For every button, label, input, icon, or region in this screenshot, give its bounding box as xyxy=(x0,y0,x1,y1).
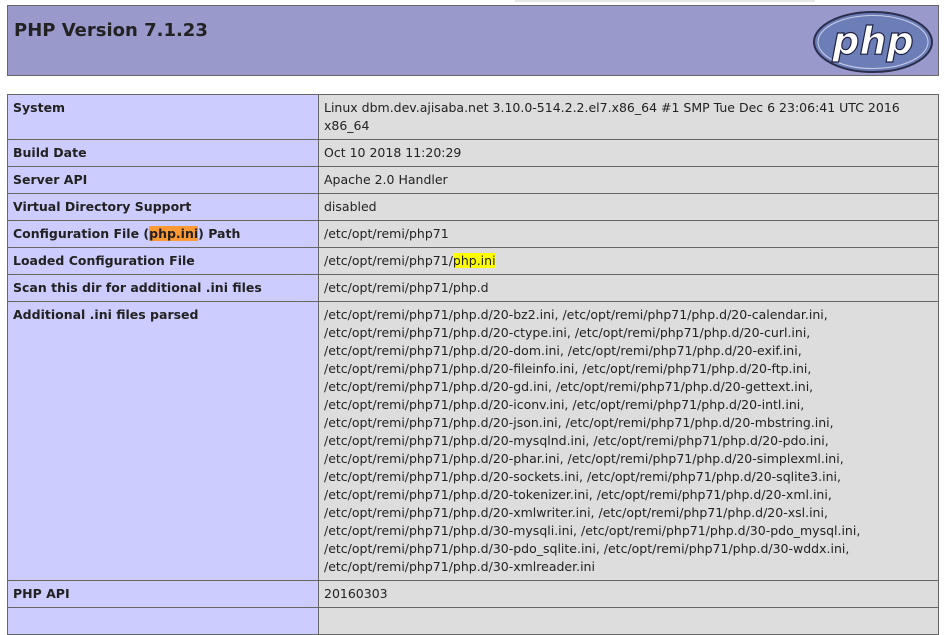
ini-file-line: /etc/opt/remi/php71/php.d/20-dom.ini, /e… xyxy=(324,343,802,358)
table-row: Additional .ini files parsed /etc/opt/re… xyxy=(7,301,939,581)
key-suffix: ) Path xyxy=(198,226,241,241)
row-value: /etc/opt/remi/php71 xyxy=(318,220,939,248)
ini-file-line: /etc/opt/remi/php71/php.d/20-fileinfo.in… xyxy=(324,361,812,376)
ini-file-line: /etc/opt/remi/php71/php.d/20-mysqlnd.ini… xyxy=(324,433,829,448)
row-key: Additional .ini files parsed xyxy=(7,301,319,581)
ini-file-line: /etc/opt/remi/php71/php.d/20-json.ini, /… xyxy=(324,415,834,430)
value-prefix: /etc/opt/remi/php71/ xyxy=(324,253,453,268)
table-row: System Linux dbm.dev.ajisaba.net 3.10.0-… xyxy=(7,94,939,140)
table-row: Virtual Directory Support disabled xyxy=(7,193,939,221)
row-key: Virtual Directory Support xyxy=(7,193,319,221)
row-key: Configuration File (php.ini) Path xyxy=(7,220,319,248)
ini-files-list: /etc/opt/remi/php71/php.d/20-bz2.ini, /e… xyxy=(318,301,939,581)
php-logo-icon[interactable]: php xyxy=(812,10,934,74)
ini-file-line: /etc/opt/remi/php71/php.d/30-mysqli.ini,… xyxy=(324,523,861,538)
php-logo-text: php xyxy=(831,19,913,63)
row-value: Apache 2.0 Handler xyxy=(318,166,939,194)
row-key: Build Date xyxy=(7,139,319,167)
row-key: Server API xyxy=(7,166,319,194)
row-value: Oct 10 2018 11:20:29 xyxy=(318,139,939,167)
row-key: Scan this dir for additional .ini files xyxy=(7,274,319,302)
row-key: System xyxy=(7,94,319,140)
search-highlight: php.ini xyxy=(452,253,496,268)
row-value: disabled xyxy=(318,193,939,221)
table-row: PHP API 20160303 xyxy=(7,580,939,608)
ini-file-line: /etc/opt/remi/php71/php.d/20-phar.ini, /… xyxy=(324,451,844,466)
phpinfo-header: PHP Version 7.1.23 php xyxy=(7,5,939,76)
ini-file-line: /etc/opt/remi/php71/php.d/20-bz2.ini, /e… xyxy=(324,307,828,322)
ini-file-line: /etc/opt/remi/php71/php.d/30-xmlreader.i… xyxy=(324,559,595,574)
table-row: Scan this dir for additional .ini files … xyxy=(7,274,939,302)
row-value: Linux dbm.dev.ajisaba.net 3.10.0-514.2.2… xyxy=(318,94,939,140)
search-highlight-current: php.ini xyxy=(149,226,199,241)
table-row: Build Date Oct 10 2018 11:20:29 xyxy=(7,139,939,167)
row-key: Loaded Configuration File xyxy=(7,247,319,275)
page-title: PHP Version 7.1.23 xyxy=(14,20,208,41)
ini-file-line: /etc/opt/remi/php71/php.d/20-tokenizer.i… xyxy=(324,487,832,502)
ini-file-line: /etc/opt/remi/php71/php.d/20-sockets.ini… xyxy=(324,469,841,484)
ini-file-line: /etc/opt/remi/php71/php.d/20-xmlwriter.i… xyxy=(324,505,828,520)
ini-file-line: /etc/opt/remi/php71/php.d/20-gd.ini, /et… xyxy=(324,379,814,394)
ini-file-line: /etc/opt/remi/php71/php.d/20-ctype.ini, … xyxy=(324,325,811,340)
row-value-empty xyxy=(318,607,939,635)
table-row: Server API Apache 2.0 Handler xyxy=(7,166,939,194)
table-row-partial xyxy=(7,607,939,635)
row-value: 20160303 xyxy=(318,580,939,608)
browser-top-strip xyxy=(515,0,815,2)
row-value: /etc/opt/remi/php71/php.d xyxy=(318,274,939,302)
table-row: Configuration File (php.ini) Path /etc/o… xyxy=(7,220,939,248)
system-info-table: System Linux dbm.dev.ajisaba.net 3.10.0-… xyxy=(7,94,939,635)
ini-file-line: /etc/opt/remi/php71/php.d/20-iconv.ini, … xyxy=(324,397,805,412)
row-key: PHP API xyxy=(7,580,319,608)
ini-file-line: /etc/opt/remi/php71/php.d/30-pdo_sqlite.… xyxy=(324,541,850,556)
row-key-empty xyxy=(7,607,319,635)
row-value: /etc/opt/remi/php71/php.ini xyxy=(318,247,939,275)
table-row: Loaded Configuration File /etc/opt/remi/… xyxy=(7,247,939,275)
key-prefix: Configuration File ( xyxy=(13,226,150,241)
